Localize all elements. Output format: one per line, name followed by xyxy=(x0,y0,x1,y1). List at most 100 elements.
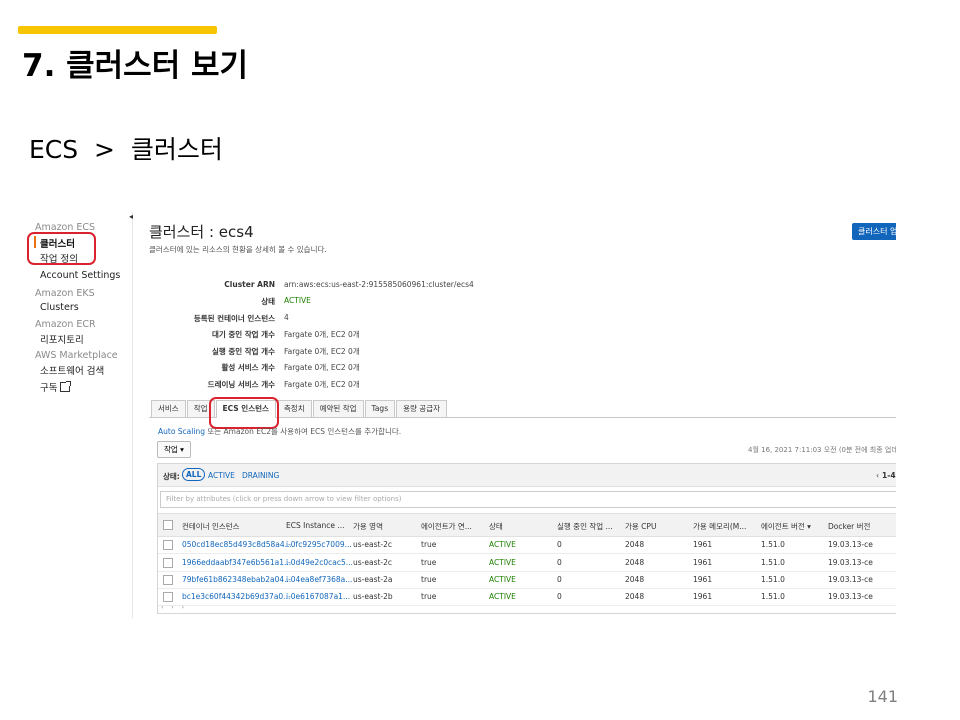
cluster-description: 클러스터에 있는 리소스의 현황을 상세히 볼 수 있습니다. xyxy=(149,245,327,254)
autoscaling-hint: Auto Scaling 또는 Amazon EC2를 사용하여 ECS 인스턴… xyxy=(158,426,401,437)
instance-id-link[interactable]: 79bfe61b862348ebab2a04... xyxy=(182,575,291,584)
column-header[interactable]: 컨테이너 인스턴스 xyxy=(182,521,240,532)
autoscaling-text: 또는 Amazon EC2를 사용하여 ECS 인스턴스를 추가합니다. xyxy=(204,427,402,436)
aws-console-screenshot: Amazon ECS 클러스터 작업 정의 Account Settings A… xyxy=(24,212,896,618)
detail-value: Fargate 0개, EC2 0개 xyxy=(284,347,360,356)
row-checkbox[interactable] xyxy=(163,592,173,602)
cell-status: ACTIVE xyxy=(489,540,516,549)
cell-running-tasks: 0 xyxy=(557,592,562,601)
column-header[interactable]: 가용 영역 xyxy=(353,521,383,532)
sidebar-collapse-icon[interactable]: ◂ xyxy=(129,212,133,221)
status-filter-draining[interactable]: DRAINING xyxy=(242,471,279,480)
detail-label: Cluster ARN xyxy=(224,280,275,289)
detail-value: arn:aws:ecs:us-east-2:915585060961:clust… xyxy=(284,280,474,289)
table-header: 컨테이너 인스턴스 ECS Instance ... 가용 영역 에이전트가 연… xyxy=(158,513,896,537)
detail-label: 등록된 컨테이너 인스턴스 xyxy=(193,314,275,323)
highlight-clusters-menu xyxy=(27,232,96,265)
cell-cpu: 2048 xyxy=(625,558,645,567)
cell-agent-connected: true xyxy=(421,558,437,567)
column-header[interactable]: 가용 CPU xyxy=(625,521,656,532)
instance-id-link[interactable]: 050cd18ec85d493c8d58a4... xyxy=(182,540,292,549)
cell-az: us-east-2c xyxy=(353,558,393,567)
cell-agent-version: 1.51.0 xyxy=(761,558,785,567)
cell-agent-version: 1.51.0 xyxy=(761,592,785,601)
status-filter-all[interactable]: ALL xyxy=(182,468,206,481)
ec2-instance-link[interactable]: i-0e6167087a1... xyxy=(286,592,350,601)
attribute-filter-input[interactable]: Filter by attributes (click or press dow… xyxy=(160,491,896,508)
column-header[interactable]: 에이전트 버전 ▾ xyxy=(761,521,811,532)
status-filter-bar: 상태: ALL ACTIVE DRAINING ‹1-4 › xyxy=(158,464,896,487)
sidebar-item-eks-clusters[interactable]: Clusters xyxy=(40,302,79,313)
title-accent-bar xyxy=(18,26,217,34)
detail-label: 대기 중인 작업 개수 xyxy=(211,330,275,339)
cluster-title: 클러스터 : ecs4 xyxy=(149,223,254,241)
table-row[interactable]: 1966eddaabf347e6b561a1... i-0d49e2c0cac5… xyxy=(158,554,896,572)
sidebar-item-subscriptions-label: 구독 xyxy=(40,383,58,394)
sidebar-item-discover-software[interactable]: 소프트웨어 검색 xyxy=(40,363,104,377)
table-row[interactable]: 050cd18ec85d493c8d58a4... i-0fc9295c7009… xyxy=(158,536,896,554)
update-cluster-button[interactable]: 클러스터 업데이트 xyxy=(852,223,896,240)
instance-id-link[interactable]: 1966eddaabf347e6b561a1... xyxy=(182,558,291,567)
detail-value: Fargate 0개, EC2 0개 xyxy=(284,380,360,389)
cell-status: ACTIVE xyxy=(489,575,516,584)
sidebar-group-amazon-eks: Amazon EKS xyxy=(35,288,95,299)
column-header[interactable]: ECS Instance ... xyxy=(286,521,345,530)
ec2-instance-link[interactable]: i-0d49e2c0cac5... xyxy=(286,558,353,567)
column-header[interactable]: 에이전트가 연... xyxy=(421,521,472,532)
cell-agent-connected: true xyxy=(421,592,437,601)
cell-memory: 1961 xyxy=(693,540,713,549)
status-filter-label: 상태: xyxy=(163,472,180,481)
column-header[interactable]: 실행 중인 작업 ... xyxy=(557,521,613,532)
actions-dropdown[interactable]: 작업 ▾ xyxy=(157,441,191,458)
cell-agent-connected: true xyxy=(421,575,437,584)
detail-value: 4 xyxy=(284,313,289,322)
external-link-icon xyxy=(60,381,72,392)
ec2-instance-link[interactable]: i-04ea8ef7368a... xyxy=(286,575,352,584)
column-header[interactable]: 상태 xyxy=(489,521,503,532)
cell-status: ACTIVE xyxy=(489,592,516,601)
column-header[interactable]: Docker 버전 xyxy=(828,521,870,532)
page-number: 141 xyxy=(867,687,898,706)
row-checkbox[interactable] xyxy=(163,558,173,568)
status-filter-active[interactable]: ACTIVE xyxy=(208,471,235,480)
cell-cpu: 2048 xyxy=(625,540,645,549)
select-all-checkbox[interactable] xyxy=(163,520,173,530)
ec2-instance-link[interactable]: i-0fc9295c7009... xyxy=(286,540,352,549)
cluster-tabs: 서비스 작업 ECS 인스턴스 측정치 예약된 작업 Tags 용량 공급자 xyxy=(151,400,448,418)
cell-memory: 1961 xyxy=(693,575,713,584)
table-row[interactable]: 79bfe61b862348ebab2a04... i-04ea8ef7368a… xyxy=(158,571,896,589)
row-checkbox[interactable] xyxy=(163,575,173,585)
cell-docker-version: 19.03.13-ce xyxy=(828,592,873,601)
sidebar-item-repositories[interactable]: 리포지토리 xyxy=(40,332,84,346)
tab-tags[interactable]: Tags xyxy=(364,400,396,417)
horizontal-scroll-arrows[interactable]: ‹ › › xyxy=(161,604,187,611)
instances-table-panel: 상태: ALL ACTIVE DRAINING ‹1-4 › Filter by… xyxy=(157,463,896,614)
cell-az: us-east-2c xyxy=(353,540,393,549)
tab-capacity-providers[interactable]: 용량 공급자 xyxy=(396,400,447,417)
instance-id-link[interactable]: bc1e3c60f44342b69d37a0... xyxy=(182,592,290,601)
column-header[interactable]: 가용 메모리(M... xyxy=(693,521,746,532)
cell-docker-version: 19.03.13-ce xyxy=(828,575,873,584)
tab-scheduled-tasks[interactable]: 예약된 작업 xyxy=(312,400,364,417)
cell-docker-version: 19.03.13-ce xyxy=(828,540,873,549)
console-sidebar: Amazon ECS 클러스터 작업 정의 Account Settings A… xyxy=(24,212,128,618)
sidebar-item-account-settings[interactable]: Account Settings xyxy=(40,270,120,281)
detail-label: 드레이닝 서비스 개수 xyxy=(207,380,275,389)
cell-running-tasks: 0 xyxy=(557,540,562,549)
pager-range: 1-4 xyxy=(882,471,896,480)
tab-metrics[interactable]: 측정치 xyxy=(276,400,312,417)
pagination: ‹1-4 › xyxy=(876,471,896,480)
tab-services[interactable]: 서비스 xyxy=(151,400,186,417)
cell-cpu: 2048 xyxy=(625,592,645,601)
cell-cpu: 2048 xyxy=(625,575,645,584)
autoscaling-link[interactable]: Auto Scaling xyxy=(158,427,205,436)
table-row[interactable]: bc1e3c60f44342b69d37a0... i-0e6167087a1.… xyxy=(158,588,896,606)
sidebar-group-aws-marketplace: AWS Marketplace xyxy=(35,350,118,361)
pager-prev-icon[interactable]: ‹ xyxy=(876,471,879,480)
row-checkbox[interactable] xyxy=(163,540,173,550)
cell-memory: 1961 xyxy=(693,558,713,567)
slide-breadcrumb: ECS > 클러스터 xyxy=(29,135,223,164)
sidebar-item-subscriptions[interactable]: 구독 xyxy=(40,380,72,394)
detail-value-status: ACTIVE xyxy=(284,296,311,305)
sidebar-divider xyxy=(132,212,133,618)
